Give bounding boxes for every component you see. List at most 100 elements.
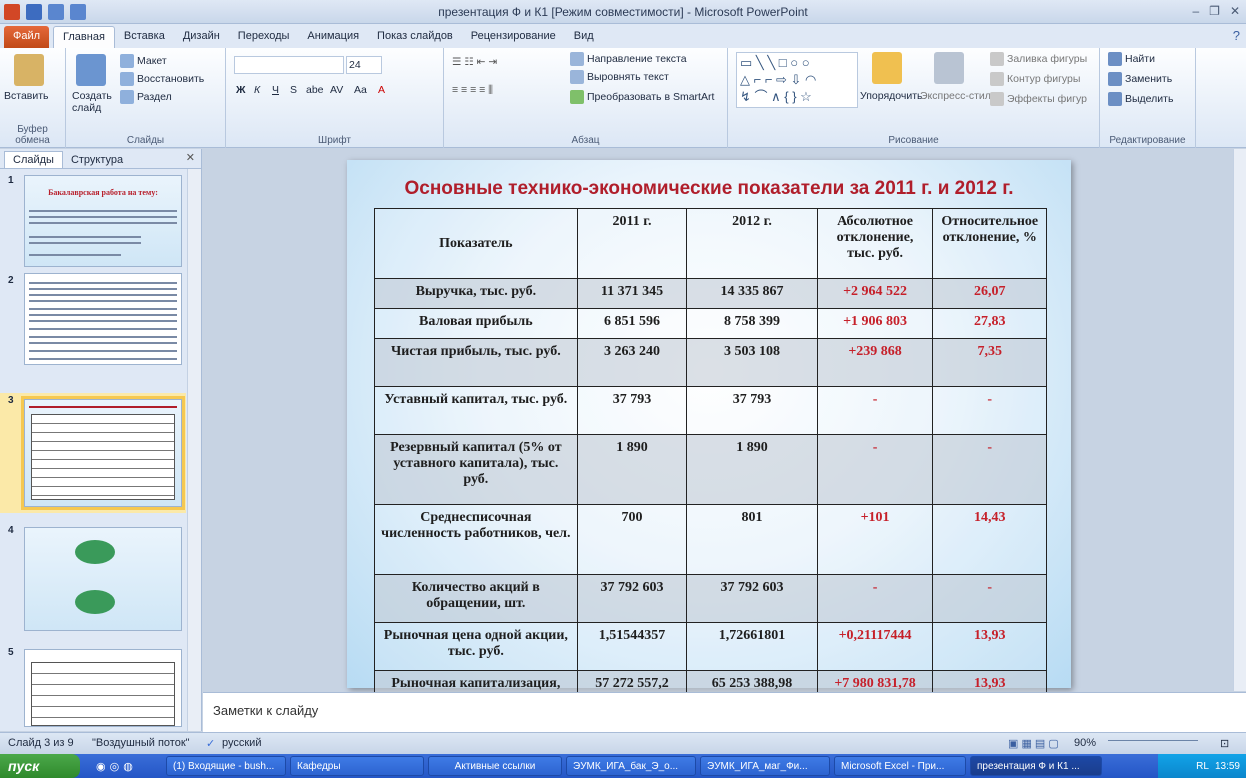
slide-title[interactable]: Основные технико-экономические показател… — [347, 178, 1071, 200]
font-size-combo[interactable]: 24 — [346, 56, 382, 74]
pane-scrollbar[interactable] — [187, 169, 201, 731]
font-name-combo[interactable] — [234, 56, 344, 74]
slide-thumbnail-image[interactable] — [24, 527, 182, 631]
taskbar-item[interactable]: Кафедры — [290, 756, 424, 776]
strike-button[interactable]: S — [290, 84, 297, 96]
tab-insert[interactable]: Вставка — [115, 26, 174, 48]
font-color-button[interactable]: A — [378, 84, 385, 96]
slide-thumbnail[interactable]: 1 Бакалаврская работа на тему: — [0, 173, 186, 273]
table-cell-value: 3 263 240 — [576, 338, 688, 387]
title-bar: презентация Ф и К1 [Режим совместимости]… — [0, 0, 1246, 24]
paste-button[interactable]: Вставить — [4, 90, 49, 102]
taskbar-item[interactable]: Microsoft Excel - При... — [834, 756, 966, 776]
editor-scrollbar[interactable] — [1233, 149, 1246, 691]
tab-transitions[interactable]: Переходы — [229, 26, 299, 48]
quick-styles-icon[interactable] — [934, 52, 964, 84]
restore-button[interactable]: ❐ — [1209, 4, 1220, 18]
select-button[interactable]: Выделить — [1108, 92, 1173, 106]
spellcheck-icon[interactable]: ✓ — [206, 737, 215, 750]
taskbar-item[interactable]: ЭУМК_ИГА_бак_Э_о... — [566, 756, 696, 776]
minimize-button[interactable]: – — [1192, 4, 1199, 18]
table-cell-value: 26,07 — [932, 278, 1047, 309]
fit-window-icon[interactable]: ⊡ — [1220, 737, 1229, 750]
slide-thumbnail[interactable]: 2 — [0, 273, 186, 373]
tab-outline[interactable]: Структура — [63, 152, 131, 168]
new-slide-icon[interactable] — [76, 54, 106, 86]
italic-button[interactable]: К — [254, 84, 260, 96]
theme-name[interactable]: "Воздушный поток" — [92, 737, 190, 749]
taskbar-item[interactable]: (1) Входящие - bush... — [166, 756, 286, 776]
shapes-gallery[interactable]: ▭ ╲ ╲ □ ○ ○ △ ⌐ ⌐ ⇨ ⇩ ◠ ↯ ⌒ ∧ { } ☆ — [736, 52, 858, 108]
paste-icon[interactable] — [14, 54, 44, 86]
zoom-slider[interactable] — [1108, 740, 1198, 750]
tab-slideshow[interactable]: Показ слайдов — [368, 26, 462, 48]
section-button[interactable]: Раздел — [120, 90, 172, 104]
slide-thumbnail-image[interactable] — [24, 649, 182, 727]
close-button[interactable]: ✕ — [1230, 4, 1240, 18]
underline-button[interactable]: Ч — [272, 84, 279, 96]
help-icon[interactable]: ? — [1233, 28, 1240, 43]
tab-home[interactable]: Главная — [53, 26, 115, 48]
view-buttons[interactable]: ▣ ▦ ▤ ▢ — [1008, 737, 1059, 750]
chrome-icon[interactable]: ◍ — [123, 760, 133, 773]
align-buttons[interactable]: ≡ ≡ ≡ ≡ ⫼ — [452, 84, 493, 97]
tab-animation[interactable]: Анимация — [298, 26, 368, 48]
slide-thumbnail[interactable]: 4 — [0, 523, 186, 633]
new-slide-button[interactable]: Создать слайд — [72, 90, 112, 114]
slide-thumbnail-image[interactable]: Бакалаврская работа на тему: — [24, 175, 182, 267]
bullets-button[interactable]: ☰ ☷ ⇤ ⇥ — [452, 56, 497, 68]
shadow-button[interactable]: abe — [306, 84, 324, 96]
shape-outline-button[interactable]: Контур фигуры — [990, 72, 1080, 86]
notes-pane[interactable]: Заметки к слайду — [203, 692, 1246, 732]
zoom-level[interactable]: 90% — [1074, 737, 1096, 749]
taskbar-item-active[interactable]: презентация Ф и К1 ... — [970, 756, 1102, 776]
align-text-label: Выровнять текст — [587, 70, 669, 83]
slide-number: 3 — [8, 395, 14, 406]
header-indicator: Показатель — [374, 208, 578, 279]
tab-slides[interactable]: Слайды — [4, 151, 63, 168]
slide-thumbnail-selected[interactable]: 3 — [0, 393, 186, 513]
tab-review[interactable]: Рецензирование — [462, 26, 565, 48]
taskbar-item[interactable]: Активные ссылки — [428, 756, 562, 776]
start-label: пуск — [8, 758, 40, 774]
slide-thumbnail-image[interactable] — [21, 396, 185, 510]
opera-icon[interactable]: ◎ — [110, 760, 120, 773]
shape-effects-button[interactable]: Эффекты фигур — [990, 92, 1087, 106]
align-text-button[interactable]: Выровнять текст — [570, 70, 669, 84]
replace-icon — [1108, 72, 1122, 86]
slide-thumbnail[interactable]: 5 — [0, 645, 186, 731]
language-indicator[interactable]: русский — [222, 737, 261, 749]
table-cell-value: 14,43 — [932, 504, 1047, 575]
indicators-table[interactable]: Показатель 2011 г. 2012 г. Абсолютное от… — [374, 208, 1047, 719]
char-spacing-button[interactable]: AV — [330, 84, 343, 96]
tab-view[interactable]: Вид — [565, 26, 603, 48]
bold-button[interactable]: Ж — [236, 84, 246, 96]
quick-styles-button[interactable]: Экспресс-стили — [920, 90, 997, 102]
tab-file[interactable]: Файл — [4, 26, 50, 48]
tab-design[interactable]: Дизайн — [174, 26, 229, 48]
find-button[interactable]: Найти — [1108, 52, 1155, 66]
layout-button[interactable]: Макет — [120, 54, 167, 68]
shape-fill-button[interactable]: Заливка фигуры — [990, 52, 1087, 66]
change-case-button[interactable]: Aa — [354, 84, 367, 96]
close-pane-icon[interactable]: ✕ — [186, 151, 195, 164]
text-direction-button[interactable]: Направление текста — [570, 52, 687, 66]
start-button[interactable]: пуск — [0, 754, 80, 778]
browser-icon[interactable]: ◉ — [96, 760, 106, 773]
smartart-button[interactable]: Преобразовать в SmartArt — [570, 90, 714, 104]
arrange-button[interactable]: Упорядочить — [860, 90, 922, 102]
header-rel-deviation: Относительное отклонение, % — [932, 208, 1047, 279]
tray-clock: 13:59 — [1214, 760, 1240, 772]
slide-thumbnail-image[interactable] — [24, 273, 182, 365]
arrange-icon[interactable] — [872, 52, 902, 84]
table-cell-indicator: Рыночная цена одной акции, тыс. руб. — [374, 622, 578, 671]
table-cell-value: 3 503 108 — [686, 338, 818, 387]
taskbar-item[interactable]: ЭУМК_ИГА_маг_Фи... — [700, 756, 830, 776]
group-editing: Найти Заменить Выделить Редактирование — [1100, 48, 1196, 148]
group-label: Редактирование — [1109, 135, 1186, 146]
reset-button[interactable]: Восстановить — [120, 72, 204, 86]
replace-button[interactable]: Заменить — [1108, 72, 1172, 86]
slide-canvas[interactable]: Основные технико-экономические показател… — [347, 160, 1071, 719]
tray-language[interactable]: RL — [1196, 761, 1209, 772]
table-cell-value: 37 793 — [686, 386, 818, 435]
